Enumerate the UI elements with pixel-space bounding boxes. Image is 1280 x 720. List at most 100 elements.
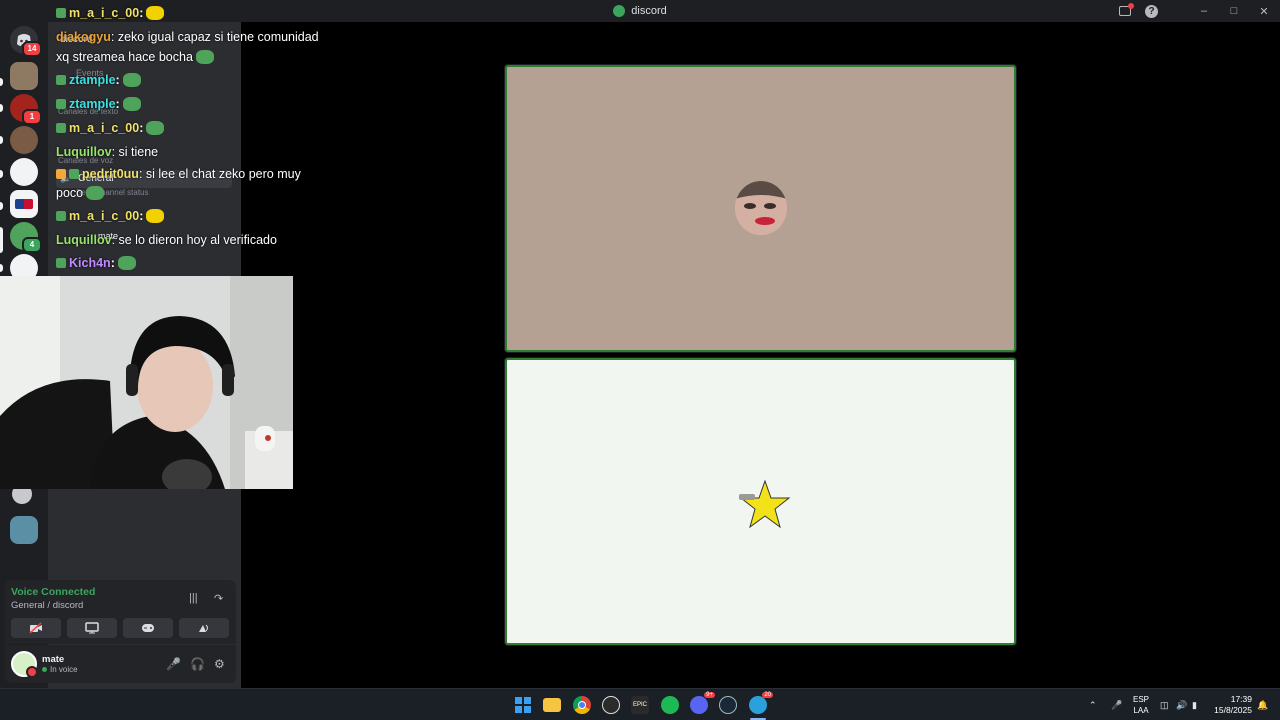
chat-username: Luquillov xyxy=(56,145,112,159)
server-icon[interactable]: 1 xyxy=(10,94,42,125)
username[interactable]: mate xyxy=(42,654,64,665)
notification-bell-icon[interactable]: 🔔 xyxy=(1257,689,1268,720)
tray-chevron-icon[interactable]: ⌃ xyxy=(1089,689,1097,720)
chat-message: m_a_i_c_00: xyxy=(56,6,165,21)
clock-time: 17:39 xyxy=(1230,694,1252,704)
chat-message: ztample: xyxy=(56,97,141,112)
tray-microphone-icon[interactable]: 🎤 xyxy=(1111,689,1122,720)
webcam-overlay xyxy=(0,276,293,489)
chat-text: xq streamea hace bocha xyxy=(56,50,193,64)
steam-icon[interactable] xyxy=(719,696,737,714)
server-icon[interactable] xyxy=(10,190,38,218)
maximize-icon[interactable]: □ xyxy=(1226,5,1242,17)
battery-icon[interactable]: ▮ xyxy=(1192,689,1197,720)
close-icon[interactable]: ✕ xyxy=(1256,5,1272,18)
emote-icon xyxy=(122,73,141,87)
colon-text: : xyxy=(115,97,120,111)
server-badge: 4 xyxy=(22,237,42,253)
screen-share-icon[interactable] xyxy=(67,618,117,638)
disconnect-icon[interactable]: ↷ xyxy=(214,592,223,605)
voice-connected-title[interactable]: Voice Connected xyxy=(11,586,95,598)
chat-message: m_a_i_c_00: xyxy=(56,121,165,136)
emote-icon xyxy=(146,121,165,135)
screen: discord ? – □ ✕ 14 1 4 discord Events Ca… xyxy=(0,0,1280,720)
chat-text: : si lee el chat zeko pero muy xyxy=(138,167,301,181)
chat-message: diakogyu: zeko igual capaz si tiene comu… xyxy=(56,30,319,45)
frog-badge-icon xyxy=(56,75,66,85)
colon-text: : xyxy=(115,73,120,87)
server-icon[interactable]: 4 xyxy=(10,222,42,253)
soundboard-icon[interactable] xyxy=(179,618,229,638)
language-code: ESP xyxy=(1133,695,1150,704)
frog-badge-icon xyxy=(69,169,79,179)
title-bar: discord ? – □ ✕ xyxy=(0,0,1280,22)
colon-text: : xyxy=(139,6,144,20)
video-tile-participant-2[interactable] xyxy=(505,358,1016,645)
system-clock[interactable]: 17:39 15/8/2025 xyxy=(1214,694,1252,716)
participant-avatar xyxy=(735,181,787,235)
colon-text: : xyxy=(139,209,144,223)
chat-username: m_a_i_c_00 xyxy=(69,6,140,20)
chrome-icon[interactable] xyxy=(573,696,591,714)
chat-message: poco xyxy=(56,186,105,201)
avatar[interactable] xyxy=(11,651,38,678)
mentions-badge: 14 xyxy=(22,41,42,57)
network-icon[interactable]: ◫ xyxy=(1160,689,1169,720)
chat-text: poco xyxy=(56,186,84,200)
voice-connected-panel: Voice Connected General / discord ||| ↷ xyxy=(5,580,236,644)
voice-connected-channel[interactable]: General / discord xyxy=(11,600,83,611)
obs-icon[interactable] xyxy=(602,696,620,714)
camera-off-icon[interactable] xyxy=(11,618,61,638)
user-status: In voice xyxy=(42,665,78,674)
chat-username: ztample xyxy=(69,73,116,87)
chat-message: pedrit0uu: si lee el chat zeko pero muy xyxy=(56,167,301,182)
frog-app-icon xyxy=(613,5,626,17)
discord-taskbar-badge: 9+ xyxy=(704,692,715,698)
frog-badge-icon xyxy=(56,8,66,18)
epic-games-icon[interactable]: EPIC xyxy=(631,696,649,714)
server-icon[interactable] xyxy=(10,62,38,90)
chat-message: m_a_i_c_00: xyxy=(56,209,165,224)
headphones-icon[interactable]: 🎧 xyxy=(190,657,205,671)
chat-text: : zeko igual capaz si tiene comunidad xyxy=(110,30,319,44)
chat-text: : se lo dieron hoy al verificado xyxy=(111,233,277,247)
server-icon[interactable] xyxy=(10,126,38,154)
spotify-icon[interactable] xyxy=(661,696,679,714)
language-indicator[interactable]: ESP LAA xyxy=(1133,694,1149,716)
server-icon[interactable] xyxy=(10,158,38,186)
windows-start-icon[interactable] xyxy=(514,696,532,714)
noise-suppression-icon[interactable]: ||| xyxy=(189,592,198,604)
chat-username: diakogyu xyxy=(56,30,111,44)
frog-badge-icon xyxy=(56,123,66,133)
telegram-icon[interactable]: 20 xyxy=(749,692,773,714)
telegram-taskbar-badge: 20 xyxy=(762,692,773,698)
chat-username: m_a_i_c_00 xyxy=(69,121,140,135)
microphone-icon[interactable]: 🎤 xyxy=(166,657,181,671)
gear-icon[interactable]: ⚙ xyxy=(214,657,225,671)
chat-username: Kich4n xyxy=(69,256,111,270)
discord-icon[interactable]: 9+ xyxy=(690,692,715,714)
help-icon[interactable]: ? xyxy=(1145,4,1158,18)
emote-icon xyxy=(122,97,141,111)
emote-icon xyxy=(146,209,165,223)
volume-icon[interactable]: 🔊 xyxy=(1176,689,1187,720)
webcam-feed-image xyxy=(0,276,293,489)
emote-icon xyxy=(117,256,136,270)
chat-message: ztample: xyxy=(56,73,141,88)
chat-text: : si tiene xyxy=(111,145,159,159)
activity-gamepad-icon[interactable] xyxy=(123,618,173,638)
crown-badge-icon xyxy=(56,169,66,179)
server-icon[interactable] xyxy=(10,516,38,544)
discord-home-icon[interactable]: 14 xyxy=(10,26,42,57)
video-tile-participant-1[interactable] xyxy=(505,65,1016,352)
keyboard-layout: LAA xyxy=(1133,706,1149,715)
chat-username: pedrit0uu xyxy=(82,167,139,181)
emote-icon xyxy=(195,50,214,64)
frog-badge-icon xyxy=(56,258,66,268)
file-explorer-icon[interactable] xyxy=(543,698,561,712)
inbox-icon[interactable] xyxy=(1119,3,1134,16)
window-title: discord xyxy=(613,5,667,17)
minimize-icon[interactable]: – xyxy=(1196,5,1212,17)
user-panel: mate In voice 🎤 🎧 ⚙ xyxy=(5,645,236,683)
chat-message: xq streamea hace bocha xyxy=(56,50,214,65)
